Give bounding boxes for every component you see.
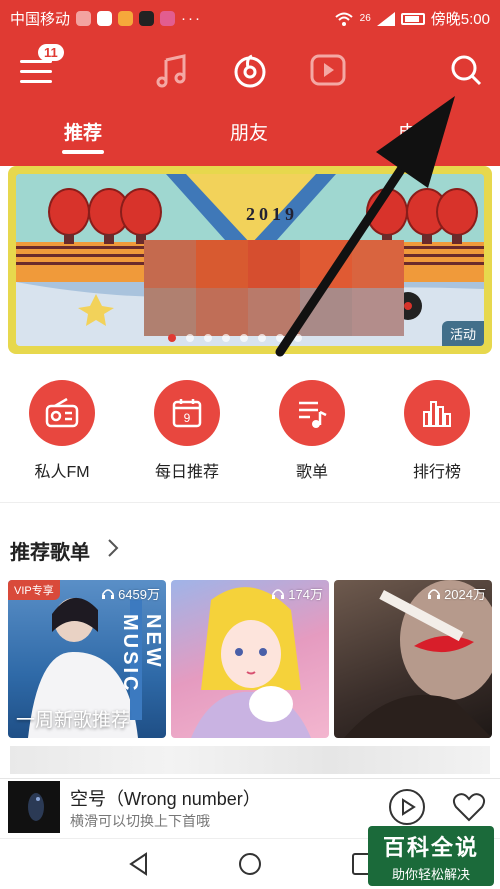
network-type: 26 xyxy=(359,13,371,24)
chart-bars-icon xyxy=(423,401,451,427)
quick-action-playlists[interactable]: 歌单 xyxy=(262,380,362,482)
tab-radio[interactable]: 电 xyxy=(398,118,417,145)
watermark-logo: 百科全说 助你轻松解决 xyxy=(368,826,494,886)
heart-icon[interactable] xyxy=(452,791,486,823)
section-title[interactable]: 推荐歌单 xyxy=(10,536,90,565)
banner-tag: 活动 xyxy=(441,321,484,346)
carousel-dot xyxy=(204,334,212,342)
playlist-icon xyxy=(299,401,327,428)
song-hint: 横滑可以切换上下首哦 xyxy=(70,813,210,829)
play-icon xyxy=(402,798,416,816)
quick-action-circle xyxy=(404,380,470,446)
quick-action-private-fm[interactable]: 私人FM xyxy=(12,380,112,482)
search-icon[interactable] xyxy=(446,50,486,90)
playlist-caption: 一周新歌推荐 xyxy=(16,710,131,731)
lantern-decoration xyxy=(436,188,478,244)
home-icon[interactable] xyxy=(237,851,263,877)
play-count-value: 6459万 xyxy=(118,587,160,602)
quick-action-label: 排行榜 xyxy=(412,464,461,481)
status-right: 26 傍晚5:00 xyxy=(334,8,490,29)
calendar-icon: 9 xyxy=(172,399,202,428)
carousel-indicator xyxy=(168,334,302,342)
quick-action-label: 每日推荐 xyxy=(154,464,219,481)
notification-app-icon xyxy=(97,11,113,26)
carousel-dot xyxy=(186,334,194,342)
quick-action-circle: 9 xyxy=(154,380,220,446)
carousel-dot xyxy=(168,334,176,342)
play-count: 2024万 xyxy=(427,584,486,603)
netease-logo-icon[interactable] xyxy=(230,50,270,90)
video-icon[interactable] xyxy=(308,50,348,90)
album-art[interactable] xyxy=(8,781,60,833)
playlist-cover-art xyxy=(191,587,311,738)
blurred-content xyxy=(10,746,490,774)
carousel-dot xyxy=(258,334,266,342)
tab-recommend[interactable]: 推荐 xyxy=(64,118,102,145)
quick-action-daily[interactable]: 9 每日推荐 xyxy=(137,380,237,482)
radio-icon xyxy=(45,398,79,428)
section-divider xyxy=(0,502,500,503)
playlist-card[interactable]: VIP专享 6459万 NEW MUSIC 一周新歌推荐 xyxy=(8,580,166,738)
promo-banner[interactable]: 2019 活动 xyxy=(8,166,492,354)
banner-year: 2019 xyxy=(246,204,298,224)
notification-app-icon xyxy=(160,11,176,26)
carrier-name: 中国移动 xyxy=(10,11,71,28)
quick-actions: 私人FM 9 每日推荐 歌单 排行榜 xyxy=(0,380,500,490)
notification-app-icon xyxy=(118,11,134,26)
menu-icon[interactable] xyxy=(20,60,52,86)
carousel-dot xyxy=(294,334,302,342)
pixelated-region xyxy=(144,240,404,336)
lantern-decoration xyxy=(48,188,90,244)
playlist-card[interactable]: 2024万 xyxy=(334,580,492,738)
play-count-value: 2024万 xyxy=(444,587,486,602)
quick-action-label: 歌单 xyxy=(295,464,328,481)
wifi-icon xyxy=(335,12,353,26)
play-count-value: 174万 xyxy=(288,587,323,602)
clock: 傍晚5:00 xyxy=(430,11,490,28)
chevron-right-icon[interactable] xyxy=(106,537,120,559)
carousel-dot xyxy=(276,334,284,342)
banner-artwork: 2019 活动 xyxy=(16,174,484,346)
status-bar: 中国移动 ··· 26 傍晚5:00 xyxy=(0,0,500,36)
album-art-image xyxy=(28,793,44,821)
carousel-dot xyxy=(222,334,230,342)
more-notifications-icon: ··· xyxy=(181,10,203,27)
quick-action-label: 私人FM xyxy=(34,464,90,481)
quick-action-circle xyxy=(279,380,345,446)
headphones-icon xyxy=(102,589,115,599)
music-note-icon[interactable] xyxy=(152,50,192,90)
headphones-icon xyxy=(272,589,285,599)
battery-icon xyxy=(400,12,425,25)
svg-text:9: 9 xyxy=(184,411,191,425)
headphones-icon xyxy=(428,589,441,599)
status-left: 中国移动 ··· xyxy=(10,8,202,29)
tab-friends[interactable]: 朋友 xyxy=(230,118,268,145)
tab-bar: 推荐 朋友 电 xyxy=(0,118,500,158)
watermark-subtitle: 助你轻松解决 xyxy=(391,867,470,882)
quick-action-charts[interactable]: 排行榜 xyxy=(387,380,487,482)
app-header: 11 推荐 朋友 电 xyxy=(0,36,500,166)
tab-indicator xyxy=(62,150,104,154)
signal-icon xyxy=(376,11,395,26)
play-button[interactable] xyxy=(389,789,425,825)
watermark-title: 百科全说 xyxy=(382,835,479,860)
carousel-dot xyxy=(240,334,248,342)
notification-app-icon xyxy=(139,11,155,26)
back-icon[interactable] xyxy=(126,851,152,877)
menu-badge: 11 xyxy=(38,44,64,61)
vip-tag: VIP专享 xyxy=(8,580,60,600)
playlist-cover-art xyxy=(344,580,492,738)
quick-action-circle xyxy=(29,380,95,446)
play-count: 6459万 xyxy=(101,584,160,603)
song-title: 空号（Wrong number） xyxy=(70,789,261,809)
play-count: 174万 xyxy=(271,584,323,603)
notification-app-icon xyxy=(76,11,92,26)
playlist-card[interactable]: 174万 xyxy=(171,580,329,738)
lantern-decoration xyxy=(120,188,162,244)
lantern-decoration xyxy=(366,188,408,244)
